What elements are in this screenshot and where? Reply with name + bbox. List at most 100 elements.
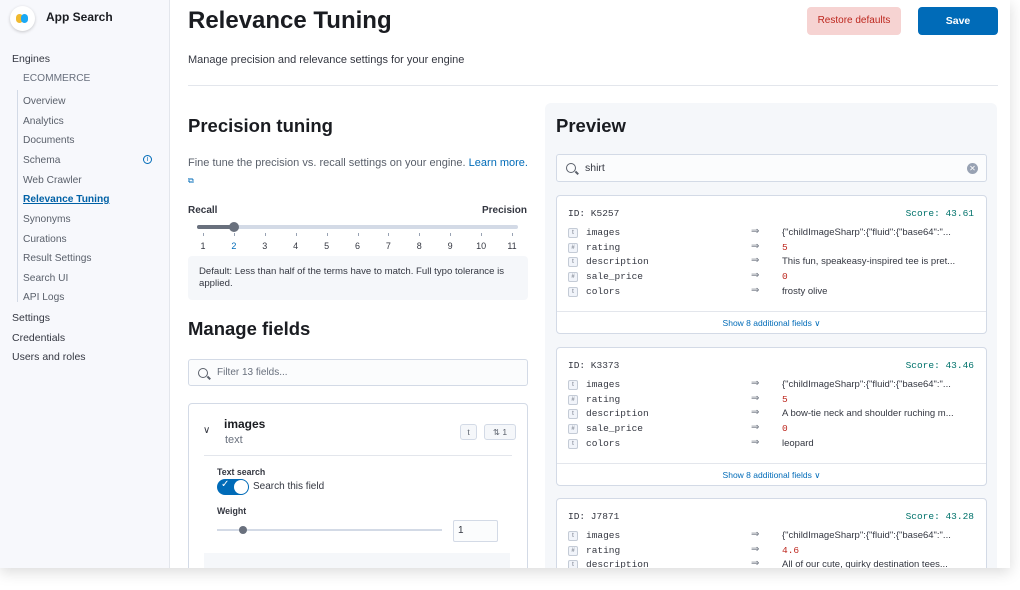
- show-additional-fields-button[interactable]: Show 8 additional fields ∨: [557, 470, 986, 481]
- sidebar-item-web-crawler[interactable]: Web Crawler: [23, 175, 82, 186]
- collapse-chevron-icon[interactable]: ∨: [203, 425, 210, 436]
- slider-tick: [419, 233, 421, 236]
- precision-slider-track[interactable]: [197, 225, 518, 229]
- arrow-right-icon: ⇒: [751, 436, 760, 448]
- result-field-value: A bow-tie neck and shoulder ruching m...: [782, 408, 954, 420]
- result-field-row: t description ⇒ This fun, speakeasy-inspire…: [568, 255, 978, 269]
- result-field-key: description: [586, 559, 649, 568]
- result-field-key: sale_price: [586, 423, 644, 435]
- restore-defaults-button[interactable]: Restore defaults: [807, 7, 901, 35]
- slider-tick-label[interactable]: 3: [255, 241, 275, 251]
- result-field-row: t images ⇒ {"childImageSharp":{"fluid":{"ba…: [568, 529, 978, 543]
- result-field-value: {"childImageSharp":{"fluid":{"base64":".…: [782, 530, 951, 541]
- text-type-icon: t: [467, 427, 470, 437]
- sidebar-item-analytics[interactable]: Analytics: [23, 116, 64, 127]
- sidebar-item-documents[interactable]: Documents: [23, 135, 75, 146]
- text-type-icon: t: [568, 409, 578, 420]
- result-field-key: images: [586, 227, 621, 238]
- result-divider: [557, 311, 986, 312]
- arrow-right-icon: ⇒: [751, 422, 760, 434]
- slider-tick-label[interactable]: 5: [317, 241, 337, 251]
- result-field-value: 5: [782, 393, 788, 405]
- result-score: Score: 43.46: [905, 360, 974, 371]
- slider-tick: [481, 233, 483, 236]
- sidebar-item-credentials[interactable]: Credentials: [12, 332, 65, 344]
- result-field-row: # rating ⇒ 5: [568, 241, 978, 255]
- result-card[interactable]: ID: K3373 Score: 43.46 t images ⇒ {"childImag…: [556, 347, 987, 486]
- result-field-row: # rating ⇒ 4.6: [568, 544, 978, 558]
- manage-fields-title: Manage fields: [188, 318, 311, 339]
- result-field-value: {"childImageSharp":{"fluid":{"base64":".…: [782, 379, 951, 390]
- result-field-row: t description ⇒ All of our cute, quirky des…: [568, 558, 978, 568]
- result-field-key: rating: [586, 241, 621, 253]
- arrow-right-icon: ⇒: [751, 270, 760, 282]
- save-button[interactable]: Save: [918, 7, 998, 35]
- text-type-icon: t: [568, 531, 578, 541]
- chevron-down-icon: ∨: [811, 318, 821, 328]
- sidebar-item-synonyms[interactable]: Synonyms: [23, 214, 71, 225]
- result-id: ID: K5257: [568, 208, 620, 219]
- boost-icon: ⇅: [492, 427, 500, 437]
- slider-tick: [295, 233, 297, 236]
- text-type-icon: t: [568, 438, 578, 449]
- slider-tick-label[interactable]: 2: [224, 241, 244, 251]
- slider-tick-label[interactable]: 9: [440, 241, 460, 251]
- sidebar-item-overview[interactable]: Overview: [23, 96, 65, 107]
- sidebar-item-relevance-tuning[interactable]: Relevance Tuning: [23, 194, 109, 205]
- show-additional-fields-label: Show 8 additional fields: [722, 318, 812, 328]
- slider-tick-label[interactable]: 6: [348, 241, 368, 251]
- sidebar-item-result-settings[interactable]: Result Settings: [23, 253, 92, 264]
- slider-tick-label[interactable]: 11: [502, 241, 522, 251]
- result-field-row: t colors ⇒ frosty olive: [568, 285, 978, 299]
- sidebar-item-users-and-roles[interactable]: Users and roles: [12, 351, 86, 363]
- result-card[interactable]: ID: K5257 Score: 43.61 t images ⇒ {"childImag…: [556, 195, 987, 334]
- sidebar-item-schema[interactable]: Schema: [23, 155, 60, 166]
- number-type-icon: #: [568, 394, 578, 405]
- result-field-key: rating: [586, 544, 621, 556]
- result-field-row: # sale_price ⇒ 0: [568, 422, 978, 436]
- show-additional-fields-label: Show 8 additional fields: [722, 470, 812, 480]
- engine-name[interactable]: ECOMMERCE: [23, 73, 90, 84]
- check-icon: ✓: [221, 479, 230, 490]
- slider-tick-label[interactable]: 8: [409, 241, 429, 251]
- clear-search-icon[interactable]: ✕: [967, 163, 978, 174]
- slider-tick-label[interactable]: 4: [286, 241, 306, 251]
- result-card[interactable]: ID: J7871 Score: 43.28 t images ⇒ {"childImag…: [556, 498, 987, 568]
- slider-tick-label[interactable]: 10: [471, 241, 491, 251]
- result-id: ID: J7871: [568, 511, 620, 522]
- sidebar-item-api-logs[interactable]: API Logs: [23, 292, 64, 303]
- result-field-key: images: [586, 530, 621, 541]
- sidebar-item-engines[interactable]: Engines: [12, 53, 50, 65]
- preview-search-input[interactable]: shirt ✕: [556, 154, 987, 182]
- sidebar-item-curations[interactable]: Curations: [23, 234, 67, 245]
- filter-fields-input[interactable]: Filter 13 fields...: [188, 359, 528, 386]
- slider-tick-label[interactable]: 7: [378, 241, 398, 251]
- show-additional-fields-button[interactable]: Show 8 additional fields ∨: [557, 318, 986, 329]
- result-field-row: t images ⇒ {"childImageSharp":{"fluid":{"ba…: [568, 226, 978, 240]
- filter-fields-placeholder: Filter 13 fields...: [217, 367, 288, 378]
- weight-slider-track[interactable]: [217, 529, 442, 531]
- precision-tuning-title: Precision tuning: [188, 115, 333, 136]
- slider-tick-label[interactable]: 1: [193, 241, 213, 251]
- slider-tick: [450, 233, 452, 236]
- arrow-right-icon: ⇒: [751, 392, 760, 404]
- precision-description: Fine tune the precision vs. recall setti…: [188, 155, 533, 189]
- slider-tick: [357, 233, 359, 236]
- result-field-value: {"childImageSharp":{"fluid":{"base64":".…: [782, 227, 951, 238]
- app-title: App Search: [46, 10, 113, 24]
- sidebar: App Search Engines ECOMMERCE Overview An…: [0, 0, 170, 568]
- sidebar-item-settings[interactable]: Settings: [12, 312, 50, 324]
- nav-divider: [17, 90, 18, 302]
- slider-tick: [512, 233, 513, 236]
- search-icon: [198, 368, 208, 378]
- search-field-toggle[interactable]: ✓: [217, 479, 249, 495]
- sidebar-item-search-ui[interactable]: Search UI: [23, 273, 68, 284]
- weight-input[interactable]: 1: [453, 520, 498, 542]
- text-type-icon: t: [568, 560, 578, 568]
- precision-label: Precision: [482, 205, 528, 216]
- weight-slider-thumb[interactable]: [239, 526, 247, 534]
- preview-title: Preview: [556, 115, 626, 136]
- precision-slider-thumb[interactable]: [229, 222, 239, 232]
- result-field-value: This fun, speakeasy-inspired tee is pret…: [782, 256, 956, 268]
- text-type-icon: t: [568, 228, 578, 238]
